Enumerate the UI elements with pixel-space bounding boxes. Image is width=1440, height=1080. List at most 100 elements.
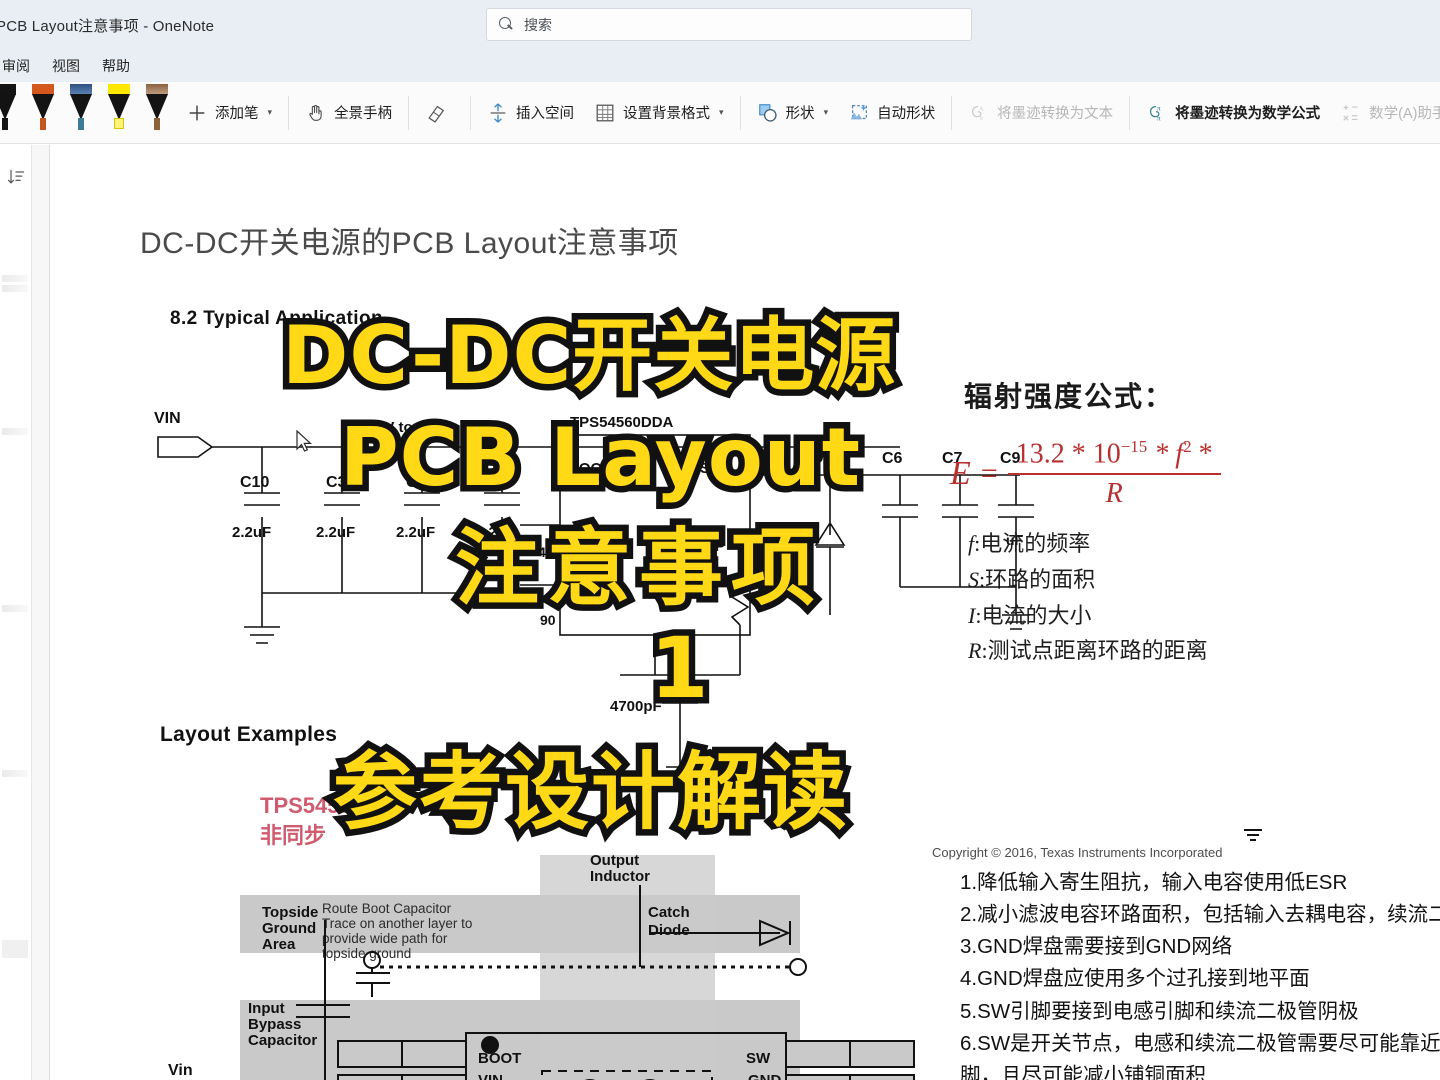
ink-to-text-button[interactable]: A a 将墨迹转换为文本: [958, 91, 1123, 135]
formula-equals: =: [980, 456, 998, 490]
rail-page-item[interactable]: [2, 940, 28, 958]
insert-space-icon: [490, 102, 506, 123]
pen-black[interactable]: [0, 82, 24, 138]
background-format-label: 设置背景格式: [623, 106, 711, 122]
svg-text:Area: Area: [262, 936, 296, 953]
svg-text:7V to 60V: 7V to 60V: [376, 419, 444, 436]
legend-desc: :测试点距离环路的距离: [981, 638, 1208, 664]
svg-text:C10: C10: [240, 474, 269, 491]
menu-item-help[interactable]: 帮助: [102, 56, 130, 76]
search-input[interactable]: 搜索: [486, 8, 972, 41]
note-item: 2.减小滤波电容环路面积，包括输入去耦电容，续流二极: [960, 903, 1440, 927]
formula-denominator: R: [1105, 478, 1123, 510]
svg-text:Route Boot Capacitor: Route Boot Capacitor: [322, 901, 452, 916]
notes-list[interactable]: 1.降低输入寄生阻抗，输入电容使用低ESR 2.减小滤波电容环路面积，包括输入去…: [960, 867, 1440, 1080]
menu-item-view[interactable]: 视图: [52, 56, 80, 76]
svg-text:C6: C6: [882, 450, 903, 467]
draw-ribbon: 添加笔 ▾ 全景手柄 插入空间 设置背景格式 ▾ 形状 ▾ 自动形状 A a 将…: [0, 82, 1440, 144]
pen-blue[interactable]: [62, 82, 100, 138]
pen-gallery[interactable]: [0, 82, 176, 143]
svg-text:90: 90: [540, 612, 556, 628]
insert-space-label: 插入空间: [516, 106, 575, 122]
note-item: 3.GND焊盘需要接到GND网络: [960, 935, 1233, 959]
ink-to-text-icon: A a: [972, 105, 984, 121]
mouse-cursor: [296, 430, 312, 452]
pcb-layout-diagram: Topside Ground Area Input Bypass Capacit…: [168, 793, 915, 1080]
menu-item-review[interactable]: 审阅: [2, 56, 30, 76]
page-tab-strip[interactable]: [32, 145, 50, 1080]
menu-bar: 审阅 视图 帮助: [0, 50, 1440, 82]
chevron-down-icon: ▾: [267, 107, 273, 117]
svg-text:Catch: Catch: [648, 904, 690, 921]
notebook-rail[interactable]: [0, 145, 30, 1080]
svg-text:2.2uF: 2.2uF: [232, 524, 271, 541]
svg-text:π: π: [1157, 103, 1161, 112]
background-format-button[interactable]: 设置背景格式 ▾: [584, 91, 734, 135]
legend-row: I:电流的大小: [968, 598, 1440, 634]
hand-icon: [309, 104, 322, 121]
shapes-button[interactable]: 形状 ▾: [747, 91, 839, 135]
svg-text:TPS54560: TPS54560: [260, 793, 364, 818]
svg-text:a: a: [980, 114, 983, 121]
rail-page-item[interactable]: [2, 428, 28, 435]
panoramic-hand-button[interactable]: 全景手柄: [295, 91, 402, 135]
auto-shape-button[interactable]: 自动形状: [838, 91, 945, 135]
legend-desc: :环路的面积: [979, 566, 1096, 592]
svg-text:2.2uF: 2.2uF: [316, 524, 355, 541]
math-assistant-label: 数学(A)助手: [1369, 106, 1440, 122]
svg-text:Trace on another layer to: Trace on another layer to: [322, 916, 472, 931]
add-pen-label: 添加笔: [215, 106, 259, 122]
search-icon: [499, 17, 514, 32]
svg-text:C3: C3: [326, 474, 347, 491]
legend-desc: :电流的频率: [974, 531, 1091, 557]
sort-icon[interactable]: [6, 167, 26, 187]
svg-text:C1: C1: [406, 474, 427, 491]
math-assistant-icon: [1343, 104, 1358, 121]
rail-page-item[interactable]: [2, 770, 28, 777]
svg-text:Inductor: Inductor: [590, 868, 650, 885]
workspace: DC-DC开关电源的PCB Layout注意事项 8.2 Typical App…: [0, 145, 1440, 1080]
note-item: 1.降低输入寄生阻抗，输入电容使用低ESR: [960, 871, 1348, 894]
page-title[interactable]: DC-DC开关电源的PCB Layout注意事项: [140, 218, 679, 262]
svg-text:C2: C2: [486, 474, 507, 491]
legend-row: R:测试点距离环路的距离: [968, 633, 1440, 669]
svg-text:Diode: Diode: [648, 922, 690, 939]
plus-icon: [189, 105, 205, 120]
eraser-button[interactable]: [415, 91, 464, 135]
svg-text:SW: SW: [700, 460, 725, 477]
background-grid-icon: [596, 104, 614, 121]
svg-text:COMP: COMP: [680, 538, 725, 555]
note-canvas[interactable]: DC-DC开关电源的PCB Layout注意事项 8.2 Typical App…: [50, 145, 1440, 1080]
svg-text:A: A: [979, 105, 984, 112]
add-pen-button[interactable]: 添加笔 ▾: [176, 91, 282, 135]
svg-text:Input: Input: [248, 1000, 285, 1017]
shapes-label: 形状: [785, 106, 815, 122]
legend-row: f:电流的频率: [968, 526, 1440, 562]
divider: [739, 95, 741, 130]
pen-yellow-highlighter[interactable]: [100, 82, 138, 138]
note-item: 脚，且尽可能减小铺铜面积: [960, 1063, 1206, 1080]
rail-page-item[interactable]: [2, 285, 28, 292]
window-title: PCB Layout注意事项 - OneNote: [0, 17, 215, 35]
pen-brown[interactable]: [138, 82, 176, 138]
ink-to-math-button[interactable]: π π 将墨迹转换为数学公式: [1136, 91, 1330, 135]
insert-space-button[interactable]: 插入空间: [477, 91, 584, 135]
formula-f-exponent: 2: [1183, 437, 1192, 456]
svg-text:Capacitor: Capacitor: [248, 1032, 317, 1049]
math-assistant-button[interactable]: 数学(A)助手: [1330, 91, 1440, 135]
eraser-icon: [428, 105, 445, 123]
formula-E: E: [950, 454, 971, 492]
search-placeholder: 搜索: [524, 16, 552, 33]
formula-f-term: * f: [1147, 438, 1184, 470]
pen-orange[interactable]: [24, 82, 62, 138]
svg-text:BOOT: BOOT: [568, 460, 611, 477]
svg-text:BOOT: BOOT: [478, 1050, 521, 1067]
legend-row: S:环路的面积: [968, 562, 1440, 598]
svg-text:TPS54560DDA: TPS54560DDA: [570, 414, 674, 431]
rail-page-item[interactable]: [2, 275, 28, 282]
svg-text:2.2uF: 2.2uF: [476, 524, 515, 541]
rail-page-item[interactable]: [2, 605, 28, 612]
formula-legend: f:电流的频率 S:环路的面积 I:电流的大小 R:测试点距离环路的距离: [968, 526, 1440, 669]
svg-text:Vin: Vin: [168, 1062, 193, 1079]
title-bar: PCB Layout注意事项 - OneNote 搜索: [0, 0, 1440, 50]
